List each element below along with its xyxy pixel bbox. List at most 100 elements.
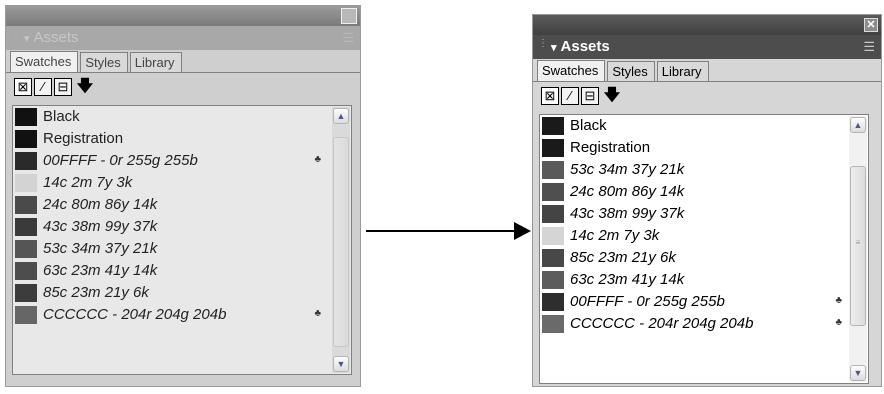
- panel-title-text: Assets: [33, 29, 79, 46]
- swatch-list[interactable]: Black Registration 53c 34m 37y 21k 24c 8…: [539, 114, 869, 384]
- fill-swatch-icon[interactable]: ⊠: [541, 87, 559, 105]
- tab-styles[interactable]: Styles: [80, 52, 128, 72]
- swatch-name: 24c 80m 86y 14k: [43, 196, 158, 213]
- swatch-name: 14c 2m 7y 3k: [570, 227, 660, 244]
- swatch-name: 24c 80m 86y 14k: [570, 183, 685, 200]
- list-item[interactable]: 85c 23m 21y 6k: [13, 282, 351, 304]
- gripper-icon[interactable]: ⋮: [11, 30, 21, 40]
- text-swatch-icon[interactable]: ⊟: [54, 78, 72, 96]
- panel-options-icon[interactable]: ☰: [342, 30, 354, 46]
- fill-swatch-icon[interactable]: ⊠: [14, 78, 32, 96]
- scroll-down-button[interactable]: ▼: [850, 365, 866, 381]
- swatch-chip: [542, 161, 564, 179]
- list-item[interactable]: 43c 38m 99y 37k: [13, 216, 351, 238]
- swatch-name: 63c 23m 41y 14k: [570, 271, 685, 288]
- swatch-toolbar: ⊠ ∕ ⊟ 🡇: [14, 78, 94, 100]
- transition-arrow-head: [514, 222, 531, 240]
- text-swatch-icon[interactable]: ⊟: [581, 87, 599, 105]
- swatch-name: 00FFFF - 0r 255g 255b: [570, 293, 725, 310]
- tab-swatches[interactable]: Swatches: [10, 51, 79, 73]
- panel-title-bar[interactable]: ✕: [6, 6, 360, 26]
- apply-arrow-icon[interactable]: 🡇: [76, 78, 94, 100]
- list-item[interactable]: 00FFFF - 0r 255g 255b ♣: [13, 150, 351, 172]
- swatch-name: CCCCCC - 204r 204g 204b: [43, 306, 227, 323]
- list-item[interactable]: Black: [540, 115, 868, 137]
- list-item[interactable]: 24c 80m 86y 14k: [540, 181, 868, 203]
- panel-header[interactable]: ⋮ ▾ Assets ☰: [533, 35, 881, 59]
- panel-header[interactable]: ⋮ ▾ Assets ☰: [6, 26, 360, 50]
- swatch-name: 53c 34m 37y 21k: [43, 240, 158, 257]
- thumb-grip-icon: ≡: [855, 238, 861, 247]
- spot-color-icon: ♣: [835, 295, 842, 306]
- panel-header-title[interactable]: ▾ Assets: [24, 29, 79, 46]
- swatch-chip: [542, 315, 564, 333]
- swatch-chip: [15, 174, 37, 192]
- tab-bar: Swatches Styles Library: [537, 60, 711, 82]
- tab-library[interactable]: Library: [129, 52, 182, 72]
- scroll-thumb[interactable]: ≡: [850, 166, 866, 326]
- list-item[interactable]: 53c 34m 37y 21k: [540, 159, 868, 181]
- list-item[interactable]: Registration: [540, 137, 868, 159]
- panel-header-title[interactable]: ▾ Assets: [551, 38, 610, 55]
- list-item[interactable]: CCCCCC - 204r 204g 204b ♣: [540, 313, 868, 335]
- swatch-name: 85c 23m 21y 6k: [43, 284, 149, 301]
- list-item[interactable]: Registration: [13, 128, 351, 150]
- tab-styles[interactable]: Styles: [607, 61, 655, 81]
- list-item[interactable]: CCCCCC - 204r 204g 204b ♣: [13, 304, 351, 326]
- swatch-chip: [15, 306, 37, 324]
- swatch-name: CCCCCC - 204r 204g 204b: [570, 315, 754, 332]
- list-item[interactable]: 14c 2m 7y 3k: [13, 172, 351, 194]
- list-item[interactable]: 85c 23m 21y 6k: [540, 247, 868, 269]
- stroke-swatch-icon[interactable]: ∕: [34, 78, 52, 96]
- collapse-caret-icon[interactable]: ▾: [551, 42, 557, 54]
- swatch-name: Registration: [43, 130, 124, 147]
- list-item[interactable]: 24c 80m 86y 14k: [13, 194, 351, 216]
- swatch-chip: [542, 183, 564, 201]
- apply-arrow-icon[interactable]: 🡇: [603, 87, 621, 109]
- close-icon[interactable]: ✕: [341, 8, 357, 24]
- tab-swatches[interactable]: Swatches: [537, 60, 606, 82]
- spot-color-icon: ♣: [835, 317, 842, 328]
- list-item[interactable]: 63c 23m 41y 14k: [13, 260, 351, 282]
- swatch-name: 85c 23m 21y 6k: [570, 249, 676, 266]
- scroll-down-button[interactable]: ▼: [333, 356, 349, 372]
- swatch-chip: [542, 139, 564, 157]
- gripper-icon[interactable]: ⋮: [538, 39, 548, 49]
- tab-divider: [533, 81, 881, 82]
- panel-options-icon[interactable]: ☰: [863, 39, 875, 55]
- scroll-up-button[interactable]: ▲: [333, 108, 349, 124]
- list-item[interactable]: 63c 23m 41y 14k: [540, 269, 868, 291]
- list-item[interactable]: Black: [13, 106, 351, 128]
- swatch-chip: [15, 108, 37, 126]
- spot-color-icon: ♣: [314, 308, 321, 319]
- swatch-toolbar: ⊠ ∕ ⊟ 🡇: [541, 87, 621, 109]
- close-icon[interactable]: ✕: [864, 18, 878, 32]
- swatch-chip: [542, 117, 564, 135]
- list-item[interactable]: 53c 34m 37y 21k: [13, 238, 351, 260]
- collapse-caret-icon[interactable]: ▾: [24, 33, 30, 45]
- list-item[interactable]: 00FFFF - 0r 255g 255b ♣: [540, 291, 868, 313]
- scroll-thumb[interactable]: [333, 137, 349, 347]
- scroll-up-button[interactable]: ▲: [850, 117, 866, 133]
- swatch-chip: [15, 262, 37, 280]
- stroke-swatch-icon[interactable]: ∕: [561, 87, 579, 105]
- swatch-chip: [15, 130, 37, 148]
- swatch-chip: [542, 293, 564, 311]
- swatch-list[interactable]: Black Registration 00FFFF - 0r 255g 255b…: [12, 105, 352, 375]
- transition-arrow-line: [366, 230, 516, 232]
- swatch-chip: [15, 240, 37, 258]
- tab-divider: [6, 72, 360, 73]
- panel-title-bar[interactable]: ✕: [533, 15, 881, 35]
- list-item[interactable]: 14c 2m 7y 3k: [540, 225, 868, 247]
- vertical-scrollbar[interactable]: ▲ ≡ ▼: [849, 116, 867, 382]
- panel-title-text: Assets: [560, 38, 610, 55]
- swatch-chip: [15, 284, 37, 302]
- swatch-name: Registration: [570, 139, 651, 156]
- spot-color-icon: ♣: [314, 154, 321, 165]
- tab-library[interactable]: Library: [656, 61, 709, 81]
- vertical-scrollbar[interactable]: ▲ ▼: [332, 107, 350, 373]
- swatch-name: 00FFFF - 0r 255g 255b: [43, 152, 198, 169]
- swatch-chip: [542, 205, 564, 223]
- swatch-chip: [542, 249, 564, 267]
- list-item[interactable]: 43c 38m 99y 37k: [540, 203, 868, 225]
